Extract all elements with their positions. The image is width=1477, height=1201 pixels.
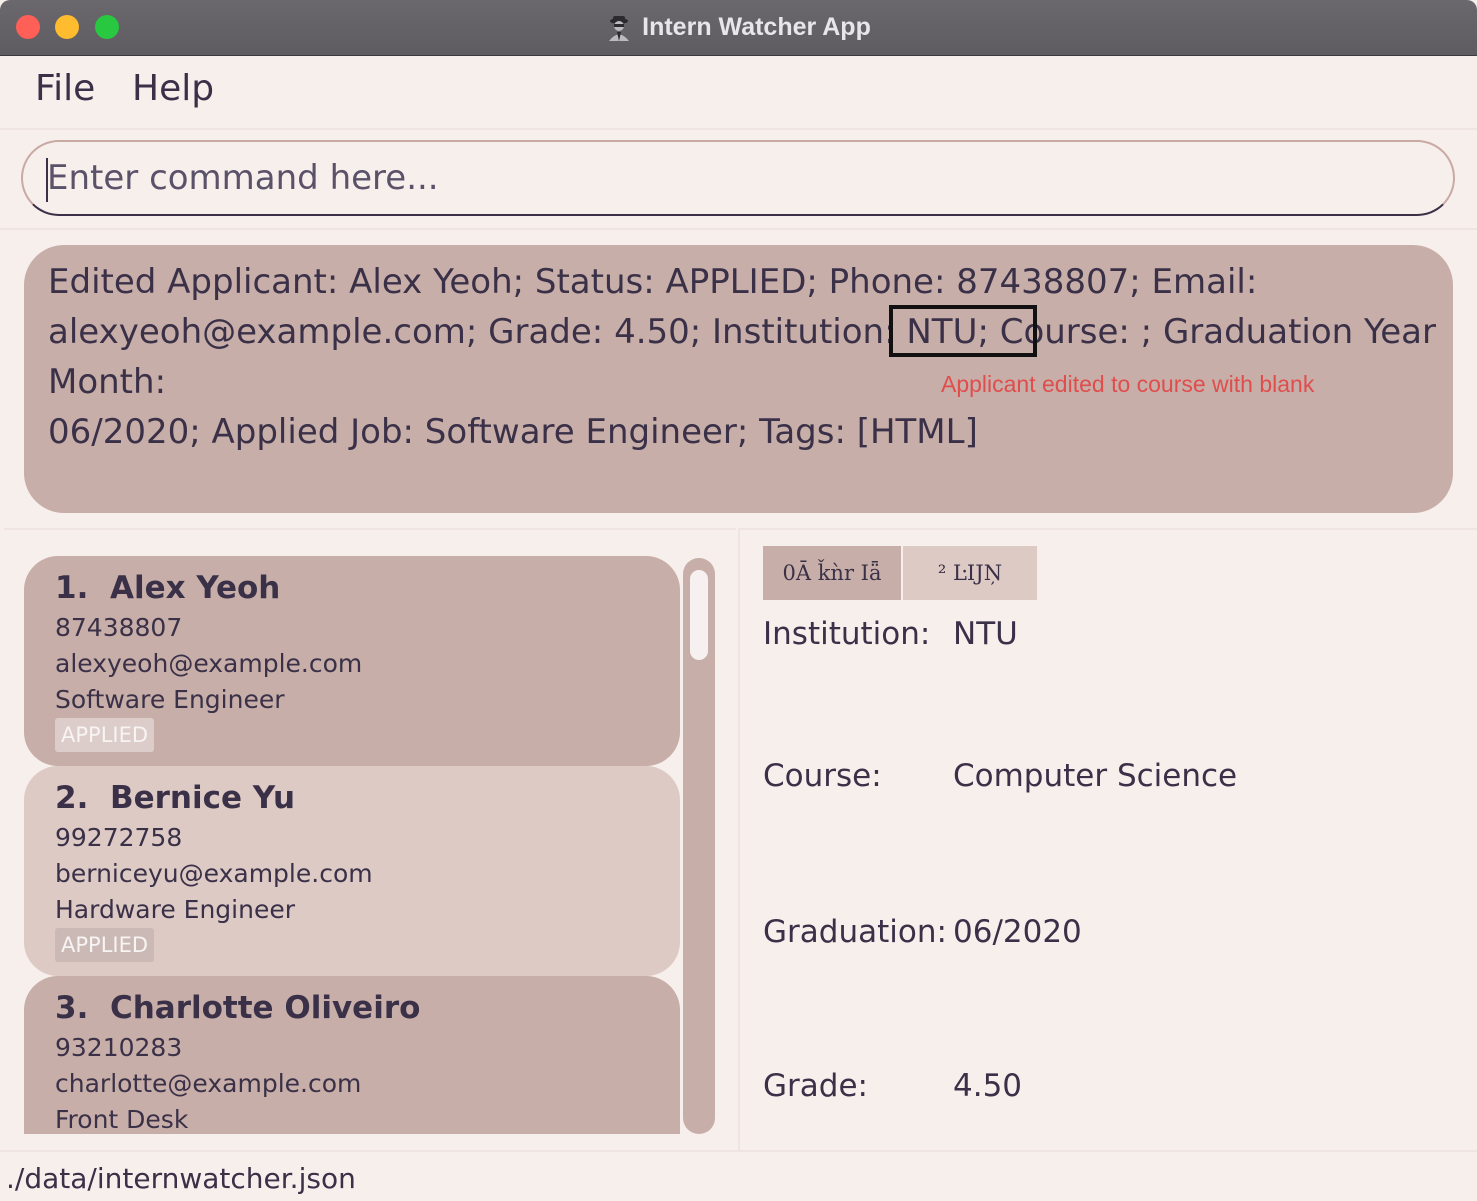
applicant-name: 3. Charlotte Oliveiro (55, 990, 421, 1026)
command-box (0, 130, 1477, 230)
menu-file[interactable]: File (35, 68, 95, 109)
applicant-list-panel: 1. Alex Yeoh 87438807 alexyeoh@example.c… (4, 528, 736, 1150)
applicant-name: 2. Bernice Yu (55, 780, 296, 816)
applicant-phone: 99272758 (55, 823, 183, 852)
command-input[interactable] (21, 140, 1455, 216)
result-line: 06/2020; Applied Job: Software Engineer;… (48, 412, 978, 452)
window-title: Intern Watcher App (642, 13, 871, 41)
applicant-phone: 93210283 (55, 1033, 183, 1062)
institution-label: Institution: (763, 616, 931, 652)
menu-bar: File Help (0, 56, 1477, 130)
grade-value: 4.50 (953, 1068, 1023, 1104)
applicant-phone: 87438807 (55, 613, 183, 642)
applicant-job: Front Desk (55, 1105, 189, 1134)
status-bar: ./data/internwatcher.json (0, 1150, 1477, 1201)
course-highlight-box (889, 305, 1037, 357)
applicant-email: charlotte@example.com (55, 1069, 362, 1098)
applicant-name: 1. Alex Yeoh (55, 570, 281, 606)
status-badge: APPLIED (55, 718, 155, 752)
applicant-job: Hardware Engineer (55, 895, 295, 924)
result-text: Edited Applicant: Alex Yeoh; Status: APP… (48, 257, 1438, 457)
result-display: Edited Applicant: Alex Yeoh; Status: APP… (22, 242, 1456, 516)
institution-value: NTU (953, 616, 1018, 652)
applicant-list[interactable]: 1. Alex Yeoh 87438807 alexyeoh@example.c… (24, 556, 684, 1134)
applicant-email: berniceyu@example.com (55, 859, 373, 888)
scrollbar-thumb[interactable] (690, 570, 708, 660)
detail-tab-1[interactable]: 0Ā ǩǹr Iǟ (763, 546, 901, 600)
graduation-value: 06/2020 (953, 914, 1082, 950)
graduation-label: Graduation: (763, 914, 947, 950)
applicant-detail-panel: 0Ā ǩǹr Iǟ ² ĿĲŅ Institution: NTU Course:… (738, 528, 1477, 1150)
status-badge: APPLIED (55, 928, 155, 962)
detail-tab-2[interactable]: ² ĿĲŅ (903, 546, 1037, 600)
grade-label: Grade: (763, 1068, 868, 1104)
menu-help[interactable]: Help (132, 68, 214, 109)
applicant-card[interactable]: 1. Alex Yeoh 87438807 alexyeoh@example.c… (24, 556, 680, 766)
data-file-path: ./data/internwatcher.json (6, 1162, 356, 1195)
annotation-text: Applicant edited to course with blank (941, 371, 1315, 397)
course-label: Course: (763, 758, 882, 794)
applicant-card[interactable]: 2. Bernice Yu 99272758 berniceyu@example… (24, 766, 680, 976)
title-bar: Intern Watcher App (0, 0, 1477, 56)
result-line: Edited Applicant: Alex Yeoh; Status: APP… (48, 262, 1258, 302)
course-value: Computer Science (953, 758, 1238, 794)
applicant-card[interactable]: 3. Charlotte Oliveiro 93210283 charlotte… (24, 976, 680, 1134)
list-scrollbar[interactable] (683, 558, 715, 1134)
text-caret (46, 158, 48, 202)
spy-agent-icon (609, 15, 630, 41)
applicant-email: alexyeoh@example.com (55, 649, 363, 678)
result-box: Edited Applicant: Alex Yeoh; Status: APP… (24, 245, 1453, 513)
applicant-job: Software Engineer (55, 685, 285, 714)
